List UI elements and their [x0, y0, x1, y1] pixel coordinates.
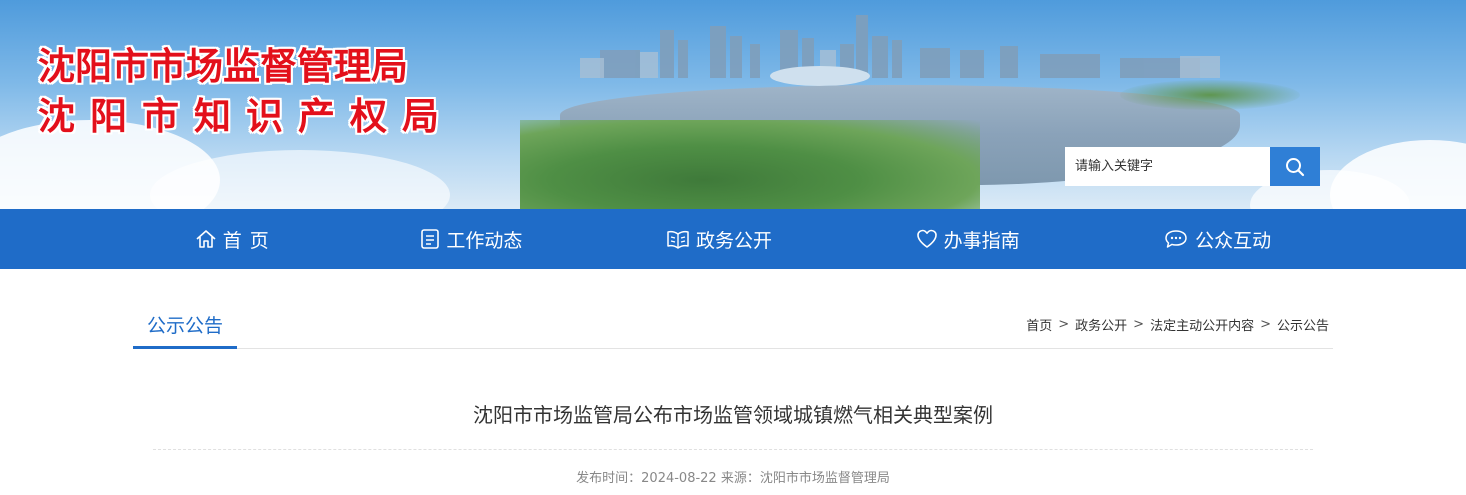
main-nav: 首页 工作动态 政务公开 办事指南 公众互动: [0, 209, 1466, 269]
site-logo[interactable]: 沈阳市市场监督管理局 沈阳市知识产权局: [38, 42, 454, 142]
breadcrumb-home[interactable]: 首页: [1026, 315, 1052, 334]
chat-icon: [1165, 230, 1187, 248]
breadcrumb-separator: >: [1058, 317, 1070, 332]
logo-line-1: 沈阳市市场监督管理局: [38, 45, 408, 88]
breadcrumb-announcements[interactable]: 公示公告: [1277, 315, 1329, 334]
nav-label: 办事指南: [943, 229, 1020, 252]
nav-item-public-interaction[interactable]: 公众互动: [1153, 209, 1281, 269]
title-divider: [153, 449, 1313, 450]
forest-image: [520, 120, 980, 209]
search-box: [1065, 147, 1320, 186]
breadcrumb-separator: >: [1133, 317, 1145, 332]
nav-item-work-news[interactable]: 工作动态: [410, 209, 532, 269]
header-banner: 沈阳市市场监督管理局 沈阳市知识产权局: [0, 0, 1466, 209]
main-content: 公示公告 首页 > 政务公开 > 法定主动公开内容 > 公示公告 沈阳市市场监管…: [133, 313, 1333, 486]
article-meta: 发布时间：2024-08-22 来源：沈阳市市场监督管理局: [576, 471, 890, 486]
heart-icon: [916, 229, 937, 248]
home-icon: [196, 230, 216, 248]
section-header: 公示公告 首页 > 政务公开 > 法定主动公开内容 > 公示公告: [133, 313, 1333, 349]
breadcrumb-gov-affairs[interactable]: 政务公开: [1075, 315, 1127, 334]
nav-label: 首页: [222, 229, 277, 252]
article-title: 沈阳市市场监管局公布市场监管领域城镇燃气相关典型案例: [473, 403, 993, 427]
island-image: [1120, 80, 1300, 110]
nav-item-gov-affairs[interactable]: 政务公开: [656, 209, 782, 269]
nav-label: 公众互动: [1195, 229, 1272, 252]
search-input[interactable]: [1065, 147, 1270, 186]
document-icon: [421, 229, 440, 249]
logo-line-2: 沈阳市知识产权局: [38, 95, 454, 138]
search-icon: [1286, 157, 1305, 176]
nav-item-home[interactable]: 首页: [185, 209, 287, 269]
breadcrumb: 首页 > 政务公开 > 法定主动公开内容 > 公示公告: [1026, 315, 1333, 348]
breadcrumb-separator: >: [1260, 317, 1271, 332]
search-button[interactable]: [1270, 147, 1320, 186]
breadcrumb-statutory-disclosure[interactable]: 法定主动公开内容: [1150, 315, 1254, 334]
book-icon: [667, 230, 689, 249]
nav-label: 政务公开: [695, 229, 772, 252]
section-title: 公示公告: [133, 311, 238, 349]
nav-item-service-guide[interactable]: 办事指南: [906, 209, 1030, 269]
nav-label: 工作动态: [446, 229, 523, 252]
